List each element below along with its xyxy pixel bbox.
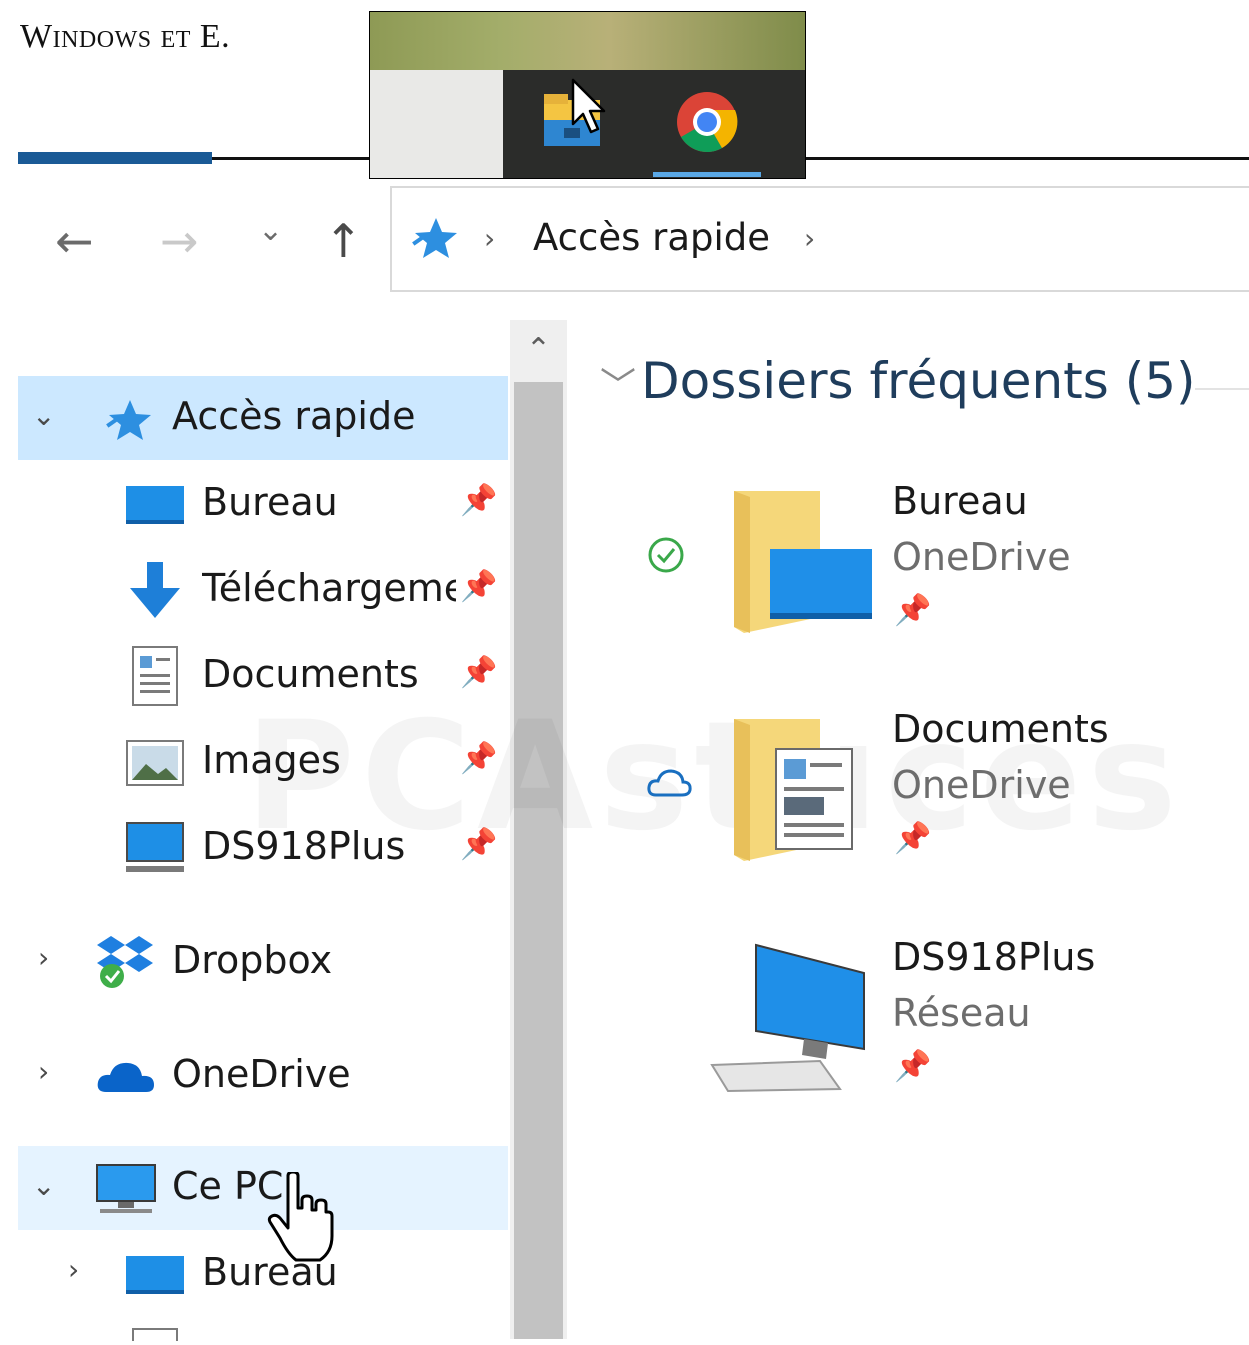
- collapse-chevron-icon[interactable]: ›: [38, 944, 49, 972]
- desktop-folder-icon: [730, 487, 876, 637]
- tile-name: DS918Plus: [892, 935, 1096, 979]
- collapse-chevron-icon[interactable]: ›: [38, 1058, 49, 1086]
- sync-check-icon: [646, 535, 686, 579]
- expand-chevron-icon[interactable]: ⌄: [32, 1172, 55, 1200]
- tile-name: Documents: [892, 707, 1109, 751]
- tree-label: Bureau: [202, 480, 338, 524]
- tree-item-this-pc[interactable]: ⌄ Ce PC: [18, 1146, 508, 1262]
- tile-location: Réseau: [892, 991, 1031, 1035]
- breadcrumb-quick-access[interactable]: Accès rapide: [533, 216, 770, 259]
- download-icon: [126, 562, 184, 624]
- desktop-icon: [126, 484, 184, 530]
- breadcrumb-expand-chevron[interactable]: ›: [804, 222, 815, 255]
- taskbar-blank-area: [370, 70, 503, 178]
- tree-label: Téléchargeme: [202, 566, 456, 610]
- expand-chevron-icon[interactable]: ⌄: [32, 402, 55, 430]
- collapse-chevron-icon[interactable]: ›: [68, 1256, 79, 1284]
- tree-item-downloads[interactable]: Téléchargeme 📌: [18, 548, 508, 632]
- active-app-indicator: [653, 172, 761, 177]
- pin-icon[interactable]: 📌: [894, 821, 931, 856]
- tile-documents[interactable]: Documents OneDrive 📌: [640, 703, 1240, 893]
- section-divider: [1195, 388, 1249, 390]
- star-icon: [104, 398, 152, 446]
- section-title: Dossiers fréquents (5): [641, 352, 1196, 410]
- pin-icon[interactable]: 📌: [460, 486, 497, 516]
- tree-item-onedrive[interactable]: › OneDrive: [18, 1034, 508, 1118]
- document-icon: [132, 646, 178, 710]
- pin-icon[interactable]: 📌: [894, 1049, 931, 1084]
- tree-item-quick-access[interactable]: ⌄ Accès rapide: [18, 376, 508, 460]
- forward-button[interactable]: →: [160, 218, 199, 264]
- tree-item-dropbox[interactable]: › Dropbox: [18, 920, 508, 1004]
- tile-ds918plus[interactable]: DS918Plus Réseau 📌: [640, 931, 1240, 1121]
- computer-icon: [96, 1164, 156, 1218]
- tile-bureau[interactable]: Bureau OneDrive 📌: [640, 475, 1240, 665]
- documents-folder-icon: [730, 715, 876, 865]
- section-collapse-icon[interactable]: ﹀: [600, 366, 636, 407]
- section-header-frequent-folders[interactable]: ﹀ Dossiers fréquents (5): [600, 352, 1196, 410]
- mouse-pointer-icon: [570, 78, 610, 142]
- desktop-wallpaper: [370, 12, 805, 70]
- tile-location: OneDrive: [892, 535, 1071, 579]
- tree-label: Accès rapide: [172, 394, 416, 438]
- pin-icon[interactable]: 📌: [460, 658, 497, 688]
- recent-locations-button[interactable]: ⌄: [258, 216, 283, 246]
- back-button[interactable]: ←: [55, 218, 94, 264]
- tree-label: Dropbox: [172, 938, 333, 982]
- tree-item-bureau[interactable]: Bureau 📌: [18, 462, 508, 546]
- computer-icon: [708, 943, 868, 1097]
- scroll-up-arrow-icon[interactable]: ⌃: [510, 320, 567, 380]
- pin-icon[interactable]: 📌: [894, 593, 931, 628]
- quick-access-star-icon: [410, 216, 458, 264]
- dropbox-icon: [96, 934, 154, 994]
- taskbar-inset: [370, 12, 805, 178]
- pictures-icon: [126, 740, 184, 790]
- address-bar[interactable]: › Accès rapide ›: [390, 186, 1249, 292]
- cloud-status-icon: [646, 767, 692, 803]
- breadcrumb-separator: ›: [484, 222, 496, 255]
- up-button[interactable]: ↑: [324, 218, 363, 264]
- document-icon: [132, 1326, 178, 1345]
- tree-label: Bureau: [202, 1250, 338, 1294]
- network-drive-icon: [126, 822, 184, 878]
- heading-rule-accent: [18, 152, 212, 164]
- tile-name: Bureau: [892, 479, 1028, 523]
- pin-icon[interactable]: 📌: [460, 572, 497, 602]
- onedrive-cloud-icon: [96, 1058, 156, 1098]
- tile-location: OneDrive: [892, 763, 1071, 807]
- tree-label: OneDrive: [172, 1052, 351, 1096]
- desktop-icon: [126, 1254, 184, 1300]
- chrome-taskbar-icon[interactable]: [675, 90, 739, 154]
- article-heading: Windows et E.: [20, 18, 231, 55]
- tree-item-this-pc-bureau[interactable]: › Bureau: [18, 1232, 508, 1316]
